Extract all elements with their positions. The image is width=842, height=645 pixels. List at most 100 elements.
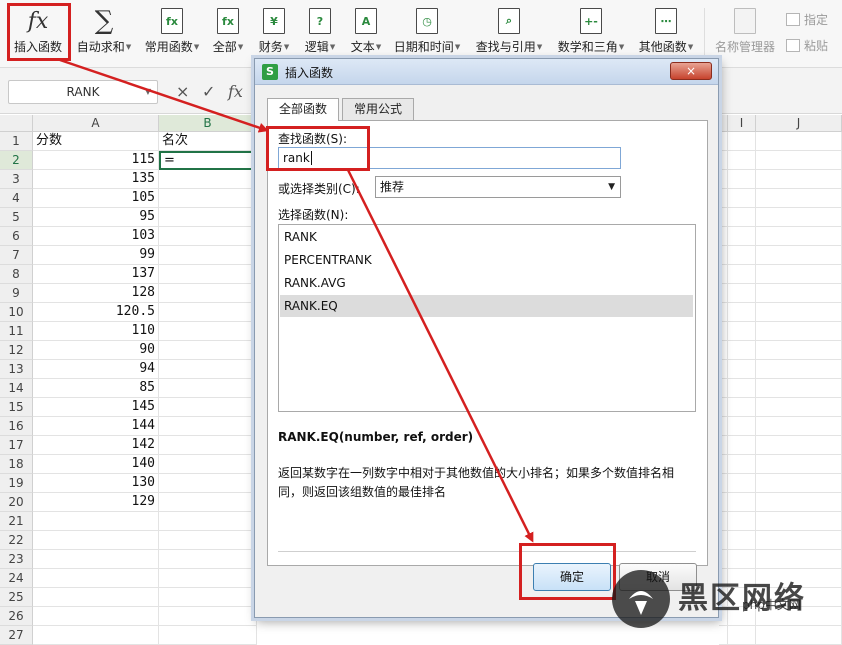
- empty-cell[interactable]: [719, 436, 728, 455]
- financial-button[interactable]: ¥ 财务▼: [254, 4, 294, 62]
- empty-cell[interactable]: [159, 208, 257, 227]
- row-header[interactable]: 16: [0, 417, 33, 436]
- empty-cell[interactable]: [159, 189, 257, 208]
- empty-cell[interactable]: [159, 588, 257, 607]
- common-functions-button[interactable]: fx 常用函数▼: [140, 4, 204, 62]
- empty-cell[interactable]: [728, 379, 756, 398]
- empty-cell[interactable]: [159, 569, 257, 588]
- row-header[interactable]: 8: [0, 265, 33, 284]
- row-header[interactable]: 24: [0, 569, 33, 588]
- empty-cell[interactable]: [728, 341, 756, 360]
- empty-cell[interactable]: [33, 512, 159, 531]
- list-item[interactable]: RANK: [280, 226, 693, 248]
- empty-cell[interactable]: [719, 417, 728, 436]
- empty-cell[interactable]: [756, 493, 842, 512]
- cell-a1-header[interactable]: 分数: [33, 132, 159, 151]
- empty-cell[interactable]: [756, 170, 842, 189]
- row-header[interactable]: 23: [0, 550, 33, 569]
- empty-cell[interactable]: [719, 531, 728, 550]
- empty-cell[interactable]: [33, 531, 159, 550]
- cancel-icon[interactable]: ×: [176, 82, 189, 101]
- empty-cell[interactable]: [756, 550, 842, 569]
- row-header[interactable]: 20: [0, 493, 33, 512]
- row-header[interactable]: 22: [0, 531, 33, 550]
- column-header-i[interactable]: I: [728, 115, 756, 132]
- empty-cell[interactable]: [159, 322, 257, 341]
- empty-cell[interactable]: [728, 474, 756, 493]
- empty-cell[interactable]: [728, 322, 756, 341]
- row-header[interactable]: 11: [0, 322, 33, 341]
- math-button[interactable]: +- 数学和三角▼: [554, 4, 628, 62]
- row-header[interactable]: 10: [0, 303, 33, 322]
- empty-cell[interactable]: [159, 607, 257, 626]
- empty-cell[interactable]: [159, 341, 257, 360]
- function-list[interactable]: RANK PERCENTRANK RANK.AVG RANK.EQ: [278, 224, 696, 412]
- empty-cell[interactable]: [159, 379, 257, 398]
- empty-cell[interactable]: [159, 493, 257, 512]
- empty-cell[interactable]: [719, 398, 728, 417]
- tab-common-formulas[interactable]: 常用公式: [342, 98, 415, 120]
- empty-cell[interactable]: [159, 531, 257, 550]
- empty-cell[interactable]: [756, 189, 842, 208]
- row-header[interactable]: 18: [0, 455, 33, 474]
- datetime-button[interactable]: ◷ 日期和时间▼: [392, 4, 462, 62]
- empty-cell[interactable]: [756, 474, 842, 493]
- score-cell[interactable]: 135: [33, 170, 159, 189]
- empty-cell[interactable]: [33, 626, 159, 645]
- empty-cell[interactable]: [728, 417, 756, 436]
- empty-cell[interactable]: [756, 512, 842, 531]
- empty-cell[interactable]: [159, 417, 257, 436]
- empty-cell[interactable]: [159, 436, 257, 455]
- empty-cell[interactable]: [159, 626, 257, 645]
- empty-cell[interactable]: [756, 455, 842, 474]
- empty-cell[interactable]: [719, 455, 728, 474]
- empty-cell[interactable]: [159, 550, 257, 569]
- empty-cell[interactable]: [159, 265, 257, 284]
- empty-cell[interactable]: [33, 550, 159, 569]
- active-cell-b2[interactable]: =: [159, 151, 257, 170]
- empty-cell[interactable]: [728, 132, 756, 151]
- row-header[interactable]: 21: [0, 512, 33, 531]
- paste-name-button[interactable]: 粘贴: [786, 36, 828, 54]
- empty-cell[interactable]: [159, 227, 257, 246]
- row-header[interactable]: 6: [0, 227, 33, 246]
- empty-cell[interactable]: [756, 132, 842, 151]
- empty-cell[interactable]: [719, 550, 728, 569]
- empty-cell[interactable]: [719, 512, 728, 531]
- empty-cell[interactable]: [719, 170, 728, 189]
- empty-cell[interactable]: [728, 360, 756, 379]
- row-header[interactable]: 3: [0, 170, 33, 189]
- row-header[interactable]: 9: [0, 284, 33, 303]
- column-header-j[interactable]: J: [756, 115, 842, 132]
- score-cell[interactable]: 90: [33, 341, 159, 360]
- empty-cell[interactable]: [159, 398, 257, 417]
- other-functions-button[interactable]: ⋯ 其他函数▼: [634, 4, 698, 62]
- score-cell[interactable]: 103: [33, 227, 159, 246]
- empty-cell[interactable]: [728, 398, 756, 417]
- empty-cell[interactable]: [728, 493, 756, 512]
- row-header[interactable]: 4: [0, 189, 33, 208]
- empty-cell[interactable]: [728, 284, 756, 303]
- empty-cell[interactable]: [756, 227, 842, 246]
- empty-cell[interactable]: [719, 379, 728, 398]
- row-header[interactable]: 13: [0, 360, 33, 379]
- empty-cell[interactable]: [728, 531, 756, 550]
- empty-cell[interactable]: [719, 493, 728, 512]
- empty-cell[interactable]: [159, 246, 257, 265]
- score-cell[interactable]: 115: [33, 151, 159, 170]
- empty-cell[interactable]: [719, 284, 728, 303]
- row-header[interactable]: 7: [0, 246, 33, 265]
- empty-cell[interactable]: [728, 303, 756, 322]
- row-header[interactable]: 1: [0, 132, 33, 151]
- row-header[interactable]: 12: [0, 341, 33, 360]
- empty-cell[interactable]: [719, 132, 728, 151]
- empty-cell[interactable]: [756, 284, 842, 303]
- row-header[interactable]: 14: [0, 379, 33, 398]
- check-icon[interactable]: ✓: [202, 82, 215, 101]
- score-cell[interactable]: 145: [33, 398, 159, 417]
- empty-cell[interactable]: [719, 151, 728, 170]
- empty-cell[interactable]: [159, 474, 257, 493]
- row-header[interactable]: 26: [0, 607, 33, 626]
- empty-cell[interactable]: [33, 607, 159, 626]
- score-cell[interactable]: 140: [33, 455, 159, 474]
